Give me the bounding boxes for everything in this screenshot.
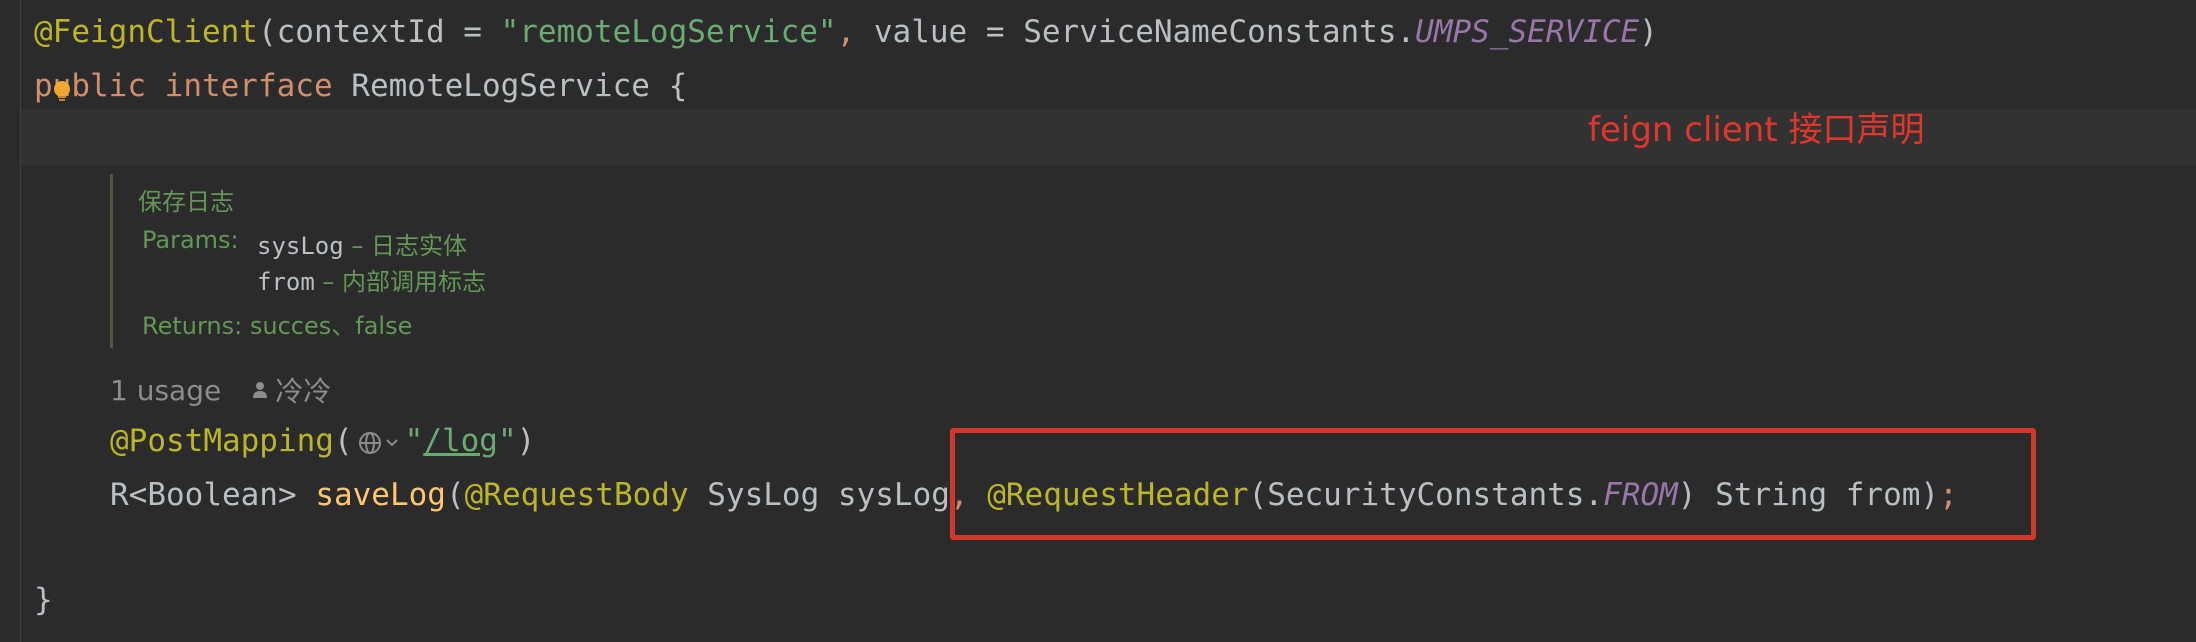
code-text: (contextId = (257, 14, 501, 50)
lightbulb-icon[interactable] (51, 80, 73, 102)
code-line-2[interactable]: public interface RemoteLogService { (34, 66, 687, 106)
author-name[interactable]: 冷冷 (275, 370, 331, 410)
rendered-javadoc: 保存日志 Params: sysLog – 日志实体 from – 内部调用标志… (110, 174, 813, 348)
doc-param-1: sysLog – 日志实体 (257, 226, 467, 261)
code-text: ( (445, 477, 465, 513)
request-body-annotation: @RequestBody (464, 477, 689, 513)
umps-service-constant: UMPS_SERVICE (1415, 14, 1640, 50)
closing-brace: } (34, 582, 53, 618)
callout-label: feign client 接口声明 (1588, 110, 1925, 150)
endpoint-path-link[interactable]: /log (423, 423, 498, 459)
param-desc: – 日志实体 (343, 232, 467, 260)
doc-returns-value: succes、false (249, 312, 413, 340)
doc-params-label: Params: (142, 226, 239, 254)
globe-icon[interactable] (357, 429, 401, 457)
code-quote: " (497, 423, 517, 459)
doc-returns-label: Returns: (142, 312, 243, 340)
gutter-divider (20, 0, 21, 642)
code-line-1[interactable]: @FeignClient(contextId = "remoteLogServi… (34, 12, 1658, 52)
code-text: SysLog sysLog (688, 477, 950, 513)
doc-returns: Returns: succes、false (142, 306, 412, 341)
interface-keyword: interface (164, 68, 333, 104)
code-line-post-mapping[interactable]: @PostMapping( "/log") (110, 421, 535, 461)
doc-summary: 保存日志 (138, 188, 234, 216)
code-text: ) (516, 423, 536, 459)
post-mapping-annotation: @PostMapping (110, 423, 334, 459)
param-name: sysLog (257, 232, 344, 260)
context-id-string: "remoteLogService" (500, 14, 837, 50)
param-name: from (257, 268, 315, 296)
code-text: ( (333, 423, 353, 459)
feign-client-annotation: @FeignClient (34, 14, 258, 50)
highlight-box (950, 428, 2036, 540)
usage-inlay[interactable]: 1 usage 冷冷 (110, 370, 331, 410)
save-log-method: saveLog (315, 477, 446, 513)
return-type: R<Boolean> (110, 477, 316, 513)
interface-declaration: RemoteLogService { (332, 68, 688, 104)
person-icon (253, 382, 268, 398)
param-desc: – 内部调用标志 (314, 268, 487, 296)
code-comma: , (836, 14, 856, 50)
code-editor[interactable]: @FeignClient(contextId = "remoteLogServi… (0, 0, 2196, 642)
code-quote: " (404, 423, 424, 459)
doc-param-2: from – 内部调用标志 (257, 262, 486, 297)
code-text: ) (1639, 14, 1658, 50)
usage-count[interactable]: 1 usage (110, 374, 221, 407)
code-text: value = ServiceNameConstants. (855, 14, 1416, 50)
